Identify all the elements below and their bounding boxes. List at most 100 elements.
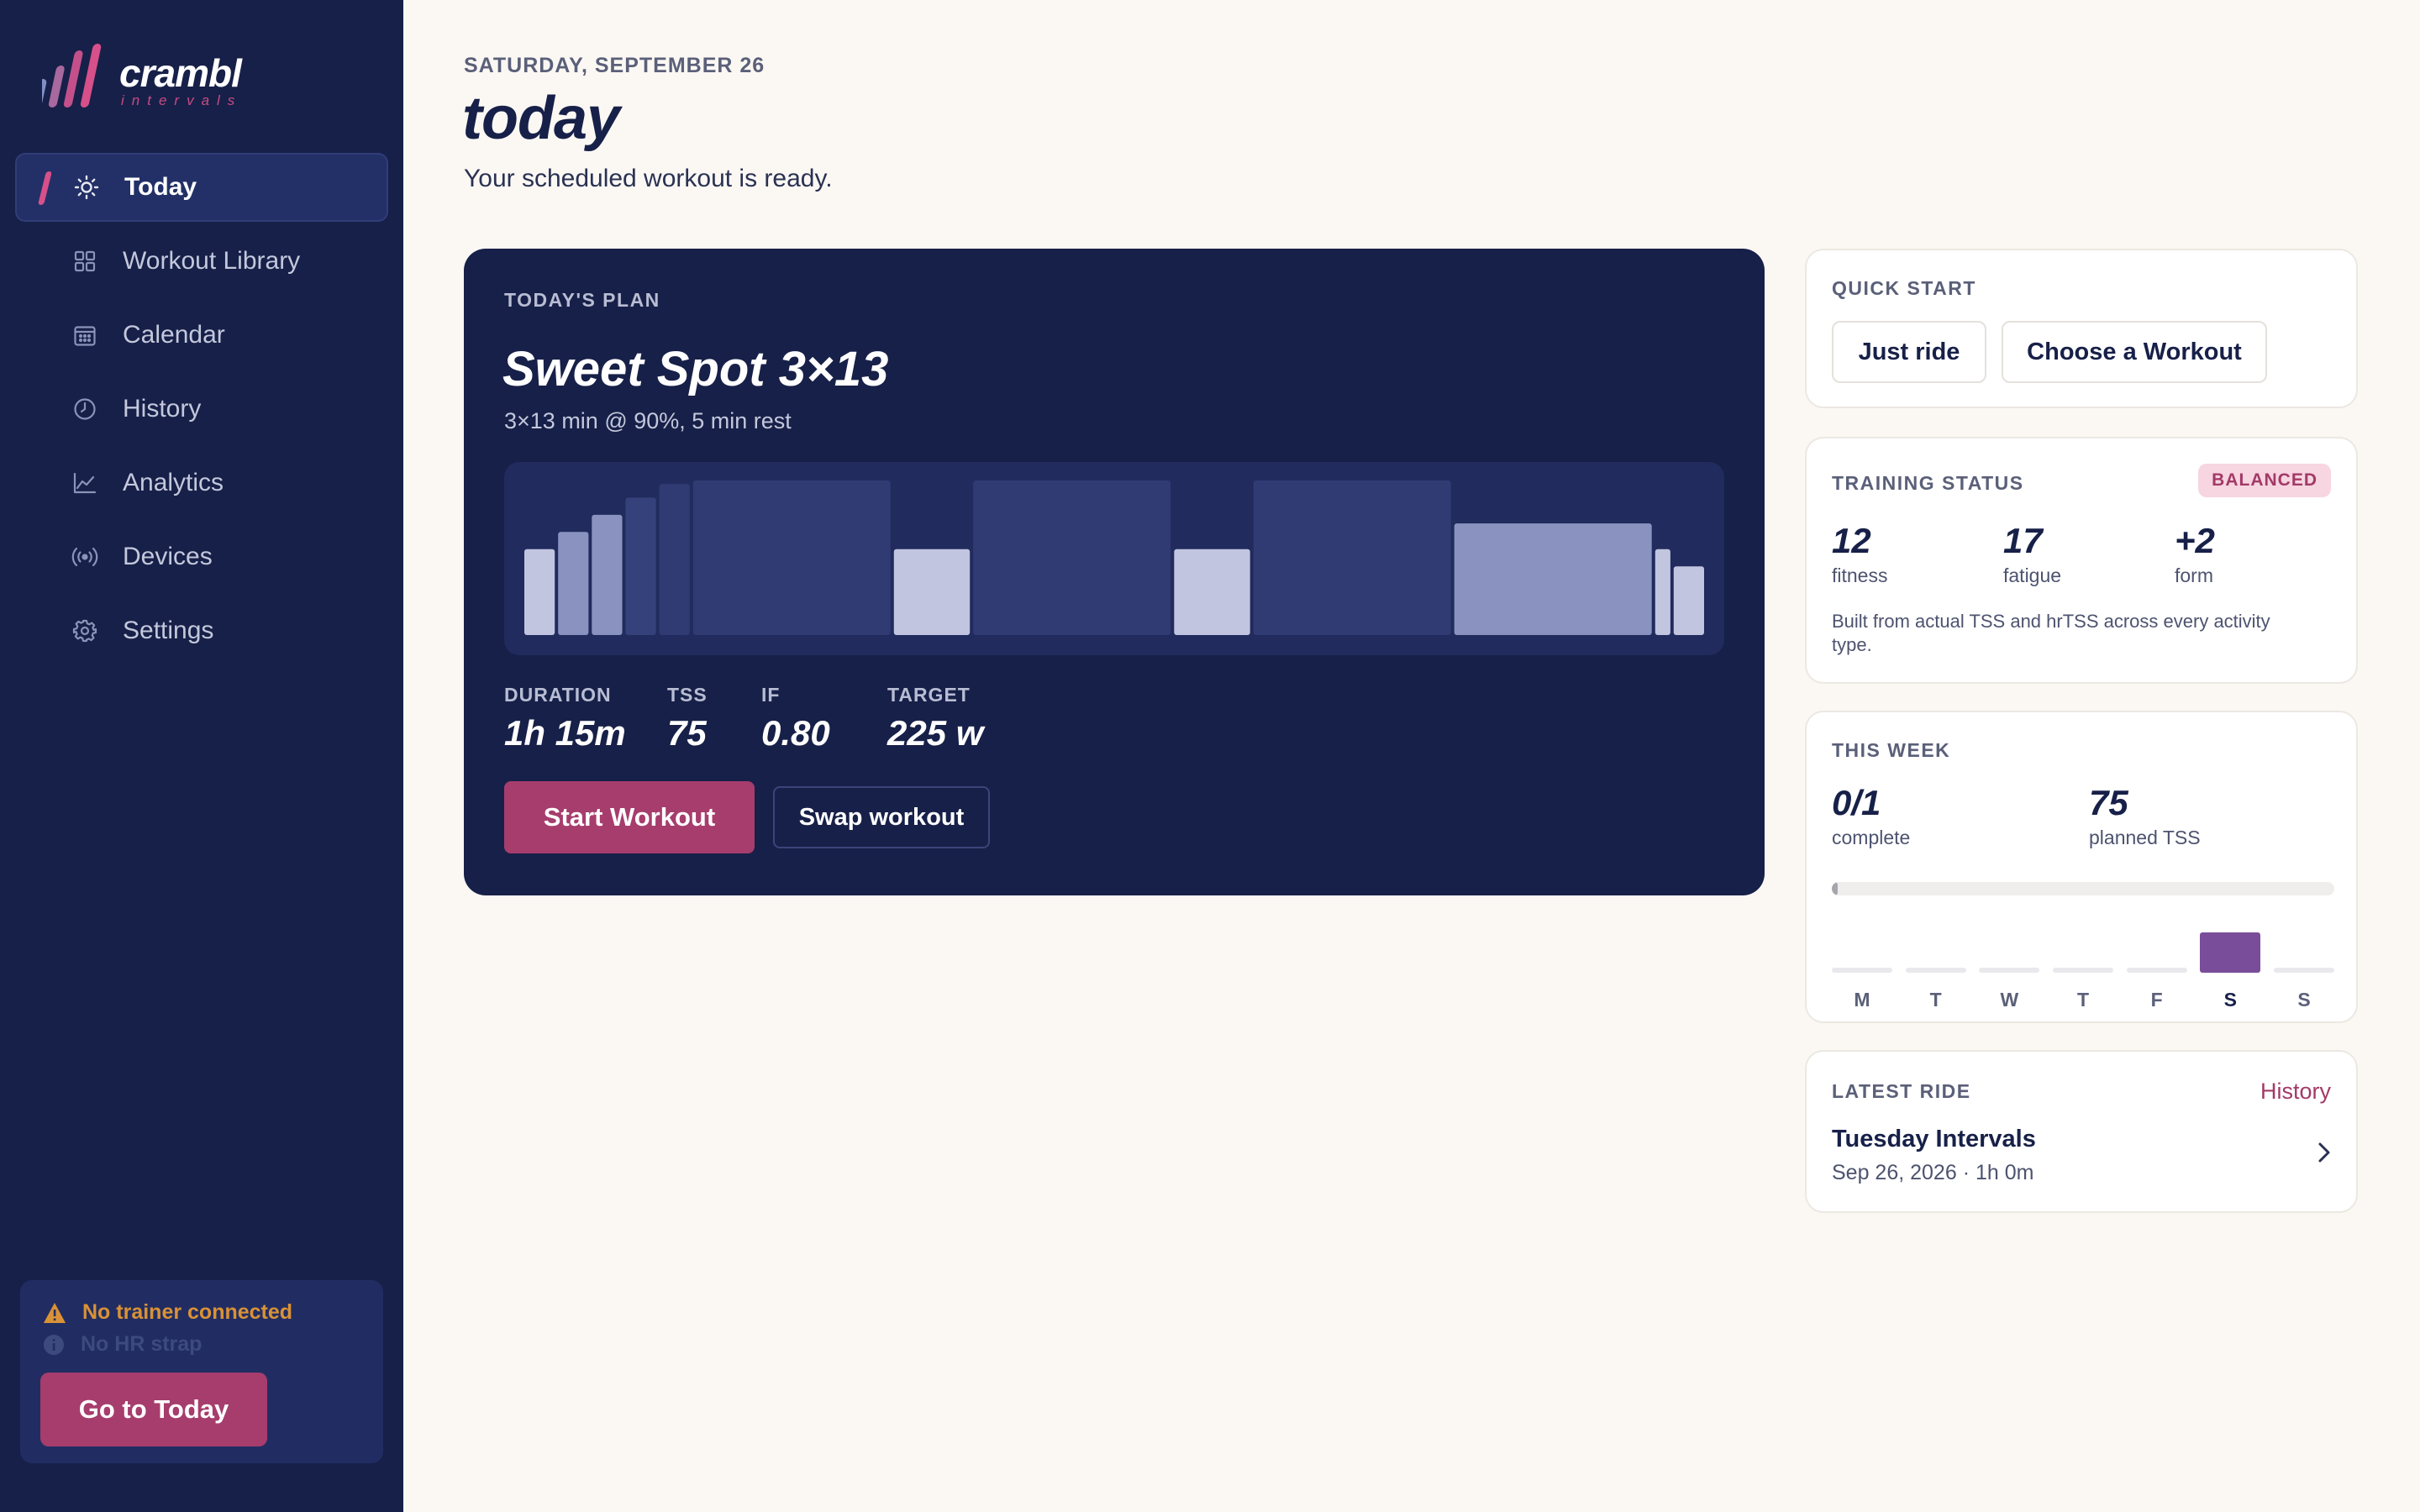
week-day: M (1832, 919, 1892, 1011)
metric-value: 12 (1832, 521, 1871, 560)
week-day: S (2200, 919, 2261, 1011)
workout-profile-chart (504, 462, 1724, 655)
sidebar-item-label: Settings (123, 617, 214, 644)
warning-icon (44, 1302, 66, 1323)
metric-label: complete (1832, 827, 1911, 848)
stat-label: TSS (667, 684, 708, 706)
app-window: crambl intervals Today Workout Library C… (0, 0, 2420, 1512)
quick-start-kicker: QUICK START (1832, 277, 1976, 299)
sidebar-item-workout-library[interactable]: Workout Library (15, 227, 388, 296)
swap-workout-button[interactable]: Swap workout (773, 786, 990, 848)
broadcast-icon (71, 543, 99, 571)
sidebar-item-devices[interactable]: Devices (15, 522, 388, 591)
training-status-card: TRAINING STATUS BALANCED 12 fitness 17 f… (1805, 437, 2358, 684)
workout-segment (1253, 480, 1451, 635)
workout-segment (692, 480, 891, 635)
workout-description: 3×13 min @ 90%, 5 min rest (504, 408, 792, 433)
sidebar: crambl intervals Today Workout Library C… (0, 0, 403, 1512)
workout-name: Sweet Spot 3×13 (502, 342, 889, 396)
week-day-strip: MTWTFSS (1832, 919, 2334, 1011)
week-day-label: M (1854, 989, 1870, 1011)
sidebar-item-history[interactable]: History (15, 375, 388, 444)
week-day-bar (2274, 968, 2334, 973)
week-day: T (2053, 919, 2113, 1011)
history-link[interactable]: History (2260, 1079, 2331, 1105)
latest-ride-name[interactable]: Tuesday Intervals (1832, 1126, 2036, 1153)
week-progress-fill (1832, 882, 1839, 895)
stat-if: IF 0.80 (761, 684, 887, 753)
week-day-label: T (2076, 989, 2090, 1011)
workout-segment (973, 480, 1171, 635)
week-day-label: S (2297, 989, 2311, 1011)
chevron-right-icon[interactable] (2316, 1141, 2333, 1164)
page-title: today (462, 85, 620, 152)
grid-icon (71, 247, 99, 276)
week-day: S (2274, 919, 2334, 1011)
workout-segment (1174, 549, 1250, 635)
metric-label: fatigue (2003, 564, 2062, 586)
stat-label: TARGET (887, 684, 971, 706)
trainer-status-text: No trainer connected (82, 1300, 293, 1324)
week-day-label: S (2223, 989, 2237, 1011)
just-ride-button[interactable]: Just ride (1832, 321, 1986, 383)
metric-value: +2 (2175, 521, 2215, 560)
week-day-bar (1979, 968, 2040, 973)
week-planned-tss: 75 planned TSS (2089, 783, 2201, 849)
workout-segment (659, 484, 690, 635)
week-day-bar (2200, 932, 2261, 973)
latest-ride-meta: Sep 26, 2026 · 1h 0m (1832, 1161, 2034, 1184)
stat-value: 1h 15m (504, 713, 626, 753)
metric-value: 75 (2089, 783, 2128, 822)
start-workout-button[interactable]: Start Workout (504, 781, 755, 853)
workout-segment (1454, 523, 1652, 635)
workout-stats: DURATION 1h 15m TSS 75 IF 0.80 TARGET 22… (504, 684, 1022, 753)
page-subtitle: Your scheduled workout is ready. (464, 165, 833, 192)
stat-tss: TSS 75 (667, 684, 761, 753)
metric-value: 0/1 (1832, 783, 1881, 822)
metric-value: 17 (2003, 521, 2043, 560)
logo-wordmark: crambl (119, 51, 242, 95)
this-week-kicker: THIS WEEK (1832, 739, 1951, 761)
sidebar-item-label: History (123, 395, 202, 423)
latest-ride-card: LATEST RIDE History Tuesday Intervals Se… (1805, 1050, 2358, 1213)
sidebar-item-calendar[interactable]: Calendar (15, 301, 388, 370)
workout-segment (625, 497, 656, 635)
go-to-today-button[interactable]: Go to Today (40, 1373, 267, 1446)
todays-plan-card: TODAY'S PLAN Sweet Spot 3×13 3×13 min @ … (464, 249, 1765, 895)
sidebar-nav: Today Workout Library Calendar History A… (15, 153, 388, 670)
workout-profile-svg (524, 480, 1704, 635)
this-week-card: THIS WEEK 0/1 complete 75 planned TSS M T… (1805, 711, 2358, 1023)
logo-subtitle: intervals (121, 92, 243, 108)
latest-ride-kicker: LATEST RIDE (1832, 1080, 1971, 1102)
logo[interactable]: crambl intervals (42, 40, 260, 114)
workout-segment (558, 532, 589, 635)
sidebar-item-label: Devices (123, 543, 213, 570)
week-day-bar (2126, 968, 2187, 973)
week-complete: 0/1 complete (1832, 783, 1910, 849)
sun-icon (72, 173, 101, 202)
sidebar-item-settings[interactable]: Settings (15, 596, 388, 665)
week-day: F (2126, 919, 2187, 1011)
hr-status-text: No HR strap (81, 1332, 203, 1356)
status-badge: BALANCED (2198, 464, 2331, 497)
logo-mark-icon (42, 44, 102, 108)
stat-value: 0.80 (761, 713, 830, 753)
gear-icon (71, 617, 99, 645)
stat-target: TARGET 225 w (887, 684, 1022, 753)
device-status-panel: No trainer connected No HR strap Go to T… (20, 1280, 383, 1463)
metric-fitness: 12 fitness (1832, 521, 1887, 587)
sidebar-item-today[interactable]: Today (15, 153, 388, 222)
stat-value: 225 w (887, 713, 984, 753)
training-status-kicker: TRAINING STATUS (1832, 472, 2024, 494)
clock-icon (71, 395, 99, 423)
choose-workout-button[interactable]: Choose a Workout (2002, 321, 2267, 383)
quick-start-card: QUICK START Just ride Choose a Workout (1805, 249, 2358, 408)
date-label: SATURDAY, SEPTEMBER 26 (464, 54, 765, 77)
week-day: T (1905, 919, 1966, 1011)
metric-label: form (2175, 564, 2213, 586)
active-indicator (38, 171, 52, 205)
workout-segment (524, 549, 555, 635)
sidebar-item-analytics[interactable]: Analytics (15, 449, 388, 517)
metric-label: fitness (1832, 564, 1888, 586)
sidebar-item-label: Workout Library (123, 247, 301, 275)
